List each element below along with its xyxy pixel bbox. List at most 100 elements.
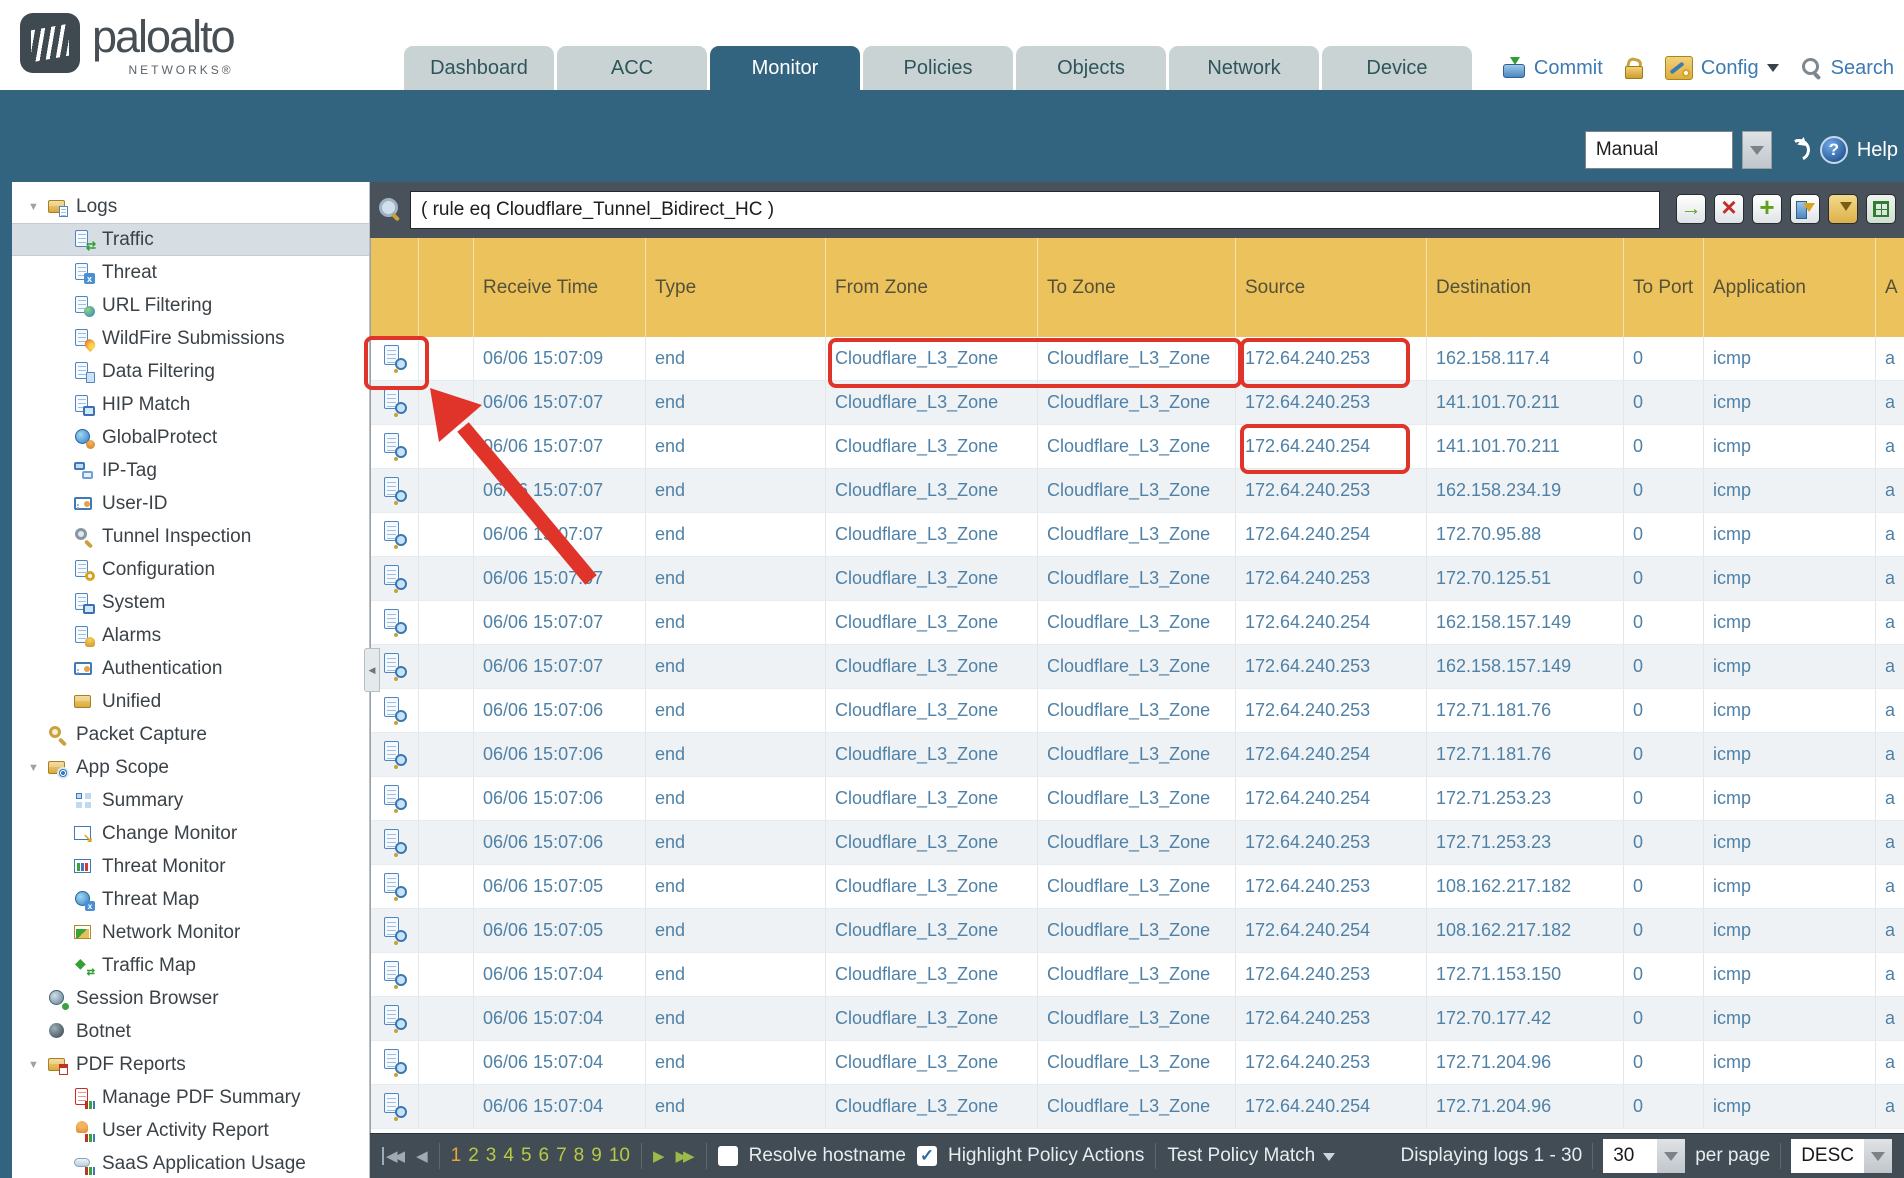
log-detail-icon[interactable]: [383, 961, 407, 988]
page-number-10[interactable]: 10: [609, 1145, 630, 1167]
log-detail-icon[interactable]: [383, 829, 407, 856]
log-detail-icon[interactable]: [383, 1005, 407, 1032]
commit-button[interactable]: Commit: [1534, 57, 1603, 80]
sidebar-item-app-scope[interactable]: ▼App Scope: [12, 751, 369, 784]
log-detail-icon[interactable]: [383, 521, 407, 548]
page-number-4[interactable]: 4: [503, 1145, 514, 1167]
sidebar-item-wildfire-submissions[interactable]: WildFire Submissions: [12, 322, 369, 355]
highlight-policy-actions-checkbox[interactable]: [917, 1146, 937, 1166]
sidebar-item-data-filtering[interactable]: Data Filtering: [12, 355, 369, 388]
log-row[interactable]: 06/06 15:07:07endCloudflare_L3_ZoneCloud…: [371, 381, 1904, 425]
load-filter-button[interactable]: [1828, 194, 1858, 224]
tab-objects[interactable]: Objects: [1016, 46, 1166, 90]
sidebar-collapse-handle[interactable]: ◀: [364, 648, 380, 692]
search-button[interactable]: Search: [1831, 57, 1894, 80]
log-row[interactable]: 06/06 15:07:06endCloudflare_L3_ZoneCloud…: [371, 733, 1904, 777]
sidebar-item-system[interactable]: System: [12, 586, 369, 619]
log-row[interactable]: 06/06 15:07:09endCloudflare_L3_ZoneCloud…: [371, 337, 1904, 381]
sort-order-select[interactable]: DESC: [1791, 1139, 1892, 1173]
prev-page-button[interactable]: ◀: [416, 1147, 428, 1165]
log-row[interactable]: 06/06 15:07:07endCloudflare_L3_ZoneCloud…: [371, 557, 1904, 601]
save-filter-button[interactable]: [1790, 194, 1820, 224]
sidebar-item-url-filtering[interactable]: URL Filtering: [12, 289, 369, 322]
col-header-type[interactable]: Type: [646, 238, 826, 337]
sidebar-item-pdf-reports[interactable]: ▼PDF Reports: [12, 1048, 369, 1081]
page-number-9[interactable]: 9: [591, 1145, 602, 1167]
help-label[interactable]: Help: [1857, 139, 1898, 162]
log-detail-icon[interactable]: [383, 1093, 407, 1120]
col-header-to_zone[interactable]: To Zone: [1038, 238, 1236, 337]
tree-expander-icon[interactable]: ▼: [28, 1059, 45, 1071]
last-page-button[interactable]: ▶▶: [676, 1147, 695, 1165]
sidebar-item-manage-pdf-summary[interactable]: Manage PDF Summary: [12, 1081, 369, 1114]
col-header-destination[interactable]: Destination: [1427, 238, 1624, 337]
page-number-5[interactable]: 5: [521, 1145, 532, 1167]
refresh-mode-select[interactable]: Manual: [1585, 131, 1733, 169]
sidebar-item-session-browser[interactable]: Session Browser: [12, 982, 369, 1015]
sidebar-item-change-monitor[interactable]: Change Monitor: [12, 817, 369, 850]
sidebar-item-saas-application-usage[interactable]: SaaS Application Usage: [12, 1147, 369, 1178]
log-detail-icon[interactable]: [383, 917, 407, 944]
log-row[interactable]: 06/06 15:07:06endCloudflare_L3_ZoneCloud…: [371, 689, 1904, 733]
tab-monitor[interactable]: Monitor: [710, 46, 860, 90]
sidebar-item-threat[interactable]: Threat: [12, 256, 369, 289]
sidebar-item-user-activity-report[interactable]: User Activity Report: [12, 1114, 369, 1147]
sidebar-item-hip-match[interactable]: HIP Match: [12, 388, 369, 421]
sidebar-item-authentication[interactable]: Authentication: [12, 652, 369, 685]
refresh-icon[interactable]: [1787, 138, 1811, 162]
log-row[interactable]: 06/06 15:07:07endCloudflare_L3_ZoneCloud…: [371, 645, 1904, 689]
log-detail-icon[interactable]: [383, 609, 407, 636]
sidebar-item-globalprotect[interactable]: GlobalProtect: [12, 421, 369, 454]
sidebar-item-traffic-map[interactable]: Traffic Map: [12, 949, 369, 982]
col-header-detail[interactable]: [371, 238, 419, 337]
tab-acc[interactable]: ACC: [557, 46, 707, 90]
log-row[interactable]: 06/06 15:07:04endCloudflare_L3_ZoneCloud…: [371, 953, 1904, 997]
test-policy-match-button[interactable]: Test Policy Match: [1167, 1145, 1335, 1167]
sidebar-item-tunnel-inspection[interactable]: Tunnel Inspection: [12, 520, 369, 553]
sidebar-item-summary[interactable]: Summary: [12, 784, 369, 817]
config-caret-icon[interactable]: [1767, 64, 1779, 78]
sidebar-item-alarms[interactable]: Alarms: [12, 619, 369, 652]
log-row[interactable]: 06/06 15:07:04endCloudflare_L3_ZoneCloud…: [371, 1041, 1904, 1085]
col-header-receive_time[interactable]: Receive Time: [474, 238, 646, 337]
tab-device[interactable]: Device: [1322, 46, 1472, 90]
sidebar-item-botnet[interactable]: Botnet: [12, 1015, 369, 1048]
log-detail-icon[interactable]: [383, 433, 407, 460]
sidebar-item-configuration[interactable]: Configuration: [12, 553, 369, 586]
config-button[interactable]: Config: [1701, 57, 1759, 80]
tab-dashboard[interactable]: Dashboard: [404, 46, 554, 90]
col-header-application[interactable]: Application: [1704, 238, 1876, 337]
sidebar-item-network-monitor[interactable]: Network Monitor: [12, 916, 369, 949]
col-header-to_port[interactable]: To Port: [1624, 238, 1704, 337]
next-page-button[interactable]: ▶: [653, 1147, 665, 1165]
log-row[interactable]: 06/06 15:07:07endCloudflare_L3_ZoneCloud…: [371, 513, 1904, 557]
sidebar-item-threat-map[interactable]: Threat Map: [12, 883, 369, 916]
sidebar-item-user-id[interactable]: User-ID: [12, 487, 369, 520]
page-number-3[interactable]: 3: [486, 1145, 497, 1167]
resolve-hostname-checkbox[interactable]: [718, 1146, 738, 1166]
log-detail-icon[interactable]: [383, 389, 407, 416]
sidebar-item-ip-tag[interactable]: IP-Tag: [12, 454, 369, 487]
log-detail-icon[interactable]: [383, 873, 407, 900]
log-detail-icon[interactable]: [383, 653, 407, 680]
log-row[interactable]: 06/06 15:07:04endCloudflare_L3_ZoneCloud…: [371, 997, 1904, 1041]
tab-network[interactable]: Network: [1169, 46, 1319, 90]
lock-icon[interactable]: [1625, 57, 1643, 79]
export-logs-button[interactable]: [1866, 194, 1896, 224]
sidebar-item-logs[interactable]: ▼Logs: [12, 190, 369, 223]
page-number-8[interactable]: 8: [574, 1145, 585, 1167]
page-number-1[interactable]: 1: [451, 1145, 462, 1167]
log-detail-icon[interactable]: [383, 477, 407, 504]
log-detail-icon[interactable]: [383, 1049, 407, 1076]
refresh-mode-dropdown-arrow[interactable]: [1742, 131, 1772, 169]
add-filter-button[interactable]: [1752, 194, 1782, 224]
log-row[interactable]: 06/06 15:07:04endCloudflare_L3_ZoneCloud…: [371, 1085, 1904, 1129]
col-header-from_zone[interactable]: From Zone: [826, 238, 1038, 337]
sidebar-item-packet-capture[interactable]: Packet Capture: [12, 718, 369, 751]
tree-expander-icon[interactable]: ▼: [28, 762, 45, 774]
log-row[interactable]: 06/06 15:07:06endCloudflare_L3_ZoneCloud…: [371, 821, 1904, 865]
help-icon[interactable]: ?: [1820, 136, 1848, 164]
page-number-7[interactable]: 7: [556, 1145, 567, 1167]
first-page-button[interactable]: ◀◀: [382, 1147, 405, 1165]
page-number-6[interactable]: 6: [539, 1145, 550, 1167]
